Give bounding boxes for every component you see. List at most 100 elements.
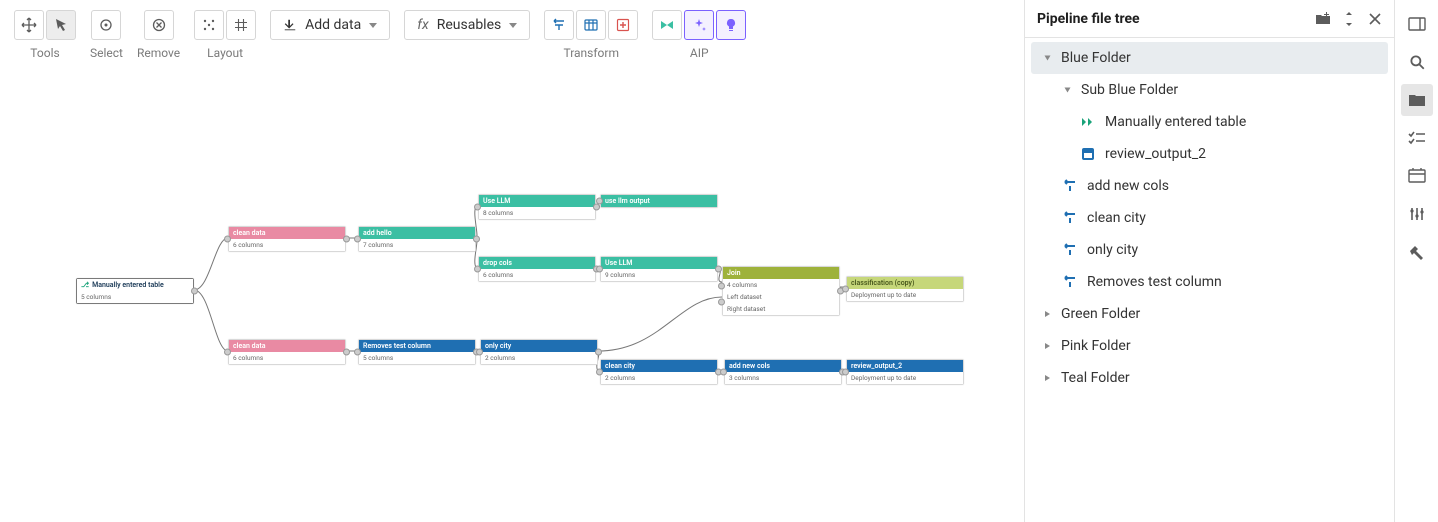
node-title: drop cols: [483, 259, 512, 267]
transform-icon: [1061, 209, 1079, 227]
tree-item-cleancity[interactable]: clean city: [1031, 202, 1388, 234]
layout-auto-button[interactable]: [194, 10, 224, 40]
bowtie-icon: [659, 17, 675, 33]
add-data-button[interactable]: Add data: [270, 10, 390, 40]
node-clean-data-b[interactable]: clean data 6 columns: [228, 339, 346, 365]
node-removes-column[interactable]: Removes test column 5 columns: [358, 339, 476, 365]
tree-label: Green Folder: [1061, 306, 1140, 322]
node-sub: Deployment up to date: [847, 372, 963, 384]
node-add-hello[interactable]: add hello 7 columns: [358, 226, 476, 252]
group-label-remove: Remove: [137, 46, 180, 60]
group-layout: Layout: [194, 10, 256, 60]
node-title: Join: [727, 269, 741, 277]
node-title: Use LLM: [483, 197, 510, 205]
pipeline-canvas[interactable]: ⎇Manually entered table 5 columns clean …: [0, 68, 1014, 522]
tree-item-manual[interactable]: Manually entered table: [1031, 106, 1388, 138]
rail-toggle-panel[interactable]: [1401, 8, 1433, 40]
rail-checks[interactable]: [1401, 122, 1433, 154]
tree-label: Manually entered table: [1105, 114, 1246, 130]
tree-folder-pink[interactable]: Pink Folder: [1031, 330, 1388, 362]
bulb-icon: [723, 17, 739, 33]
group-reusables: fx Reusables: [404, 10, 530, 40]
select-button[interactable]: [91, 10, 121, 40]
node-add-new-cols[interactable]: add new cols 3 columns: [724, 359, 842, 385]
tree-label: clean city: [1087, 210, 1146, 226]
node-clean-city[interactable]: clean city 2 columns: [600, 359, 718, 385]
pointer-icon: [53, 17, 69, 33]
aip-button-3[interactable]: [716, 10, 746, 40]
node-clean-data-a[interactable]: clean data 6 columns: [228, 226, 346, 252]
tree-folder-teal[interactable]: Teal Folder: [1031, 362, 1388, 394]
tree-folder-sub-blue[interactable]: Sub Blue Folder: [1031, 74, 1388, 106]
node-drop-cols[interactable]: drop cols 6 columns: [478, 256, 596, 282]
node-classification[interactable]: classification (copy) Deployment up to d…: [846, 276, 964, 302]
rail-calendar[interactable]: [1401, 160, 1433, 192]
node-sub: 7 columns: [359, 239, 475, 251]
rail-sliders[interactable]: [1401, 198, 1433, 230]
tree-folder-green[interactable]: Green Folder: [1031, 298, 1388, 330]
download-icon: [283, 18, 297, 32]
node-title: clean data: [233, 342, 265, 350]
node-sub: 5 columns: [359, 352, 475, 364]
checks-icon: [1408, 130, 1426, 146]
close-icon: [1369, 13, 1381, 25]
node-title: add new cols: [729, 362, 770, 370]
node-join[interactable]: Join 4 columns Left dataset Right datase…: [722, 266, 840, 316]
tree-item-onlycity[interactable]: only city: [1031, 234, 1388, 266]
manual-table-icon: [1079, 113, 1097, 131]
node-sub: 8 columns: [479, 207, 595, 219]
rail-search[interactable]: [1401, 46, 1433, 78]
tree-item-review[interactable]: review_output_2: [1031, 138, 1388, 170]
node-sub: Left dataset: [723, 291, 839, 303]
node-sub: 3 columns: [725, 372, 841, 384]
fx-icon: fx: [417, 17, 428, 33]
pan-button[interactable]: [14, 10, 44, 40]
close-panel-button[interactable]: [1366, 10, 1384, 28]
node-title: use llm output: [605, 197, 650, 205]
tree-item-addcols[interactable]: add new cols: [1031, 170, 1388, 202]
chevron-down-icon: [1041, 52, 1053, 64]
target-icon: [98, 17, 114, 33]
aip-button-1[interactable]: [652, 10, 682, 40]
tree-item-removes[interactable]: Removes test column: [1031, 266, 1388, 298]
expand-collapse-button[interactable]: [1340, 10, 1358, 28]
layout-icon: [201, 17, 217, 33]
node-review-output[interactable]: review_output_2 Deployment up to date: [846, 359, 964, 385]
group-label-transform: Transform: [563, 46, 619, 60]
folder-plus-icon: [1315, 12, 1331, 26]
node-title: classification (copy): [851, 279, 915, 287]
node-use-llm-b[interactable]: Use LLM 9 columns: [600, 256, 718, 282]
node-use-llm-a[interactable]: Use LLM 8 columns: [478, 194, 596, 220]
node-only-city[interactable]: only city 2 columns: [480, 339, 598, 365]
pointer-button[interactable]: [46, 10, 76, 40]
node-sub: 2 columns: [481, 352, 597, 364]
transform-button-3[interactable]: [608, 10, 638, 40]
tree-label: only city: [1087, 242, 1138, 258]
node-title: Use LLM: [605, 259, 632, 267]
remove-button[interactable]: [144, 10, 174, 40]
node-sub: 6 columns: [229, 239, 345, 251]
transform-icon: [1061, 241, 1079, 259]
chevron-down-icon: [509, 23, 517, 28]
layout-grid-button[interactable]: [226, 10, 256, 40]
tree-label: Teal Folder: [1061, 370, 1130, 386]
new-folder-button[interactable]: [1314, 10, 1332, 28]
transform-button-2[interactable]: [576, 10, 606, 40]
rail-folder[interactable]: [1401, 84, 1433, 116]
file-tree-panel: Pipeline file tree Blue Folder Sub Blue …: [1024, 0, 1394, 522]
group-label-tools: Tools: [30, 46, 59, 60]
node-title: Manually entered table: [92, 281, 164, 289]
reusables-button[interactable]: fx Reusables: [404, 10, 530, 40]
group-tools: Tools: [14, 10, 76, 60]
grid-icon: [233, 17, 249, 33]
tree-label: Sub Blue Folder: [1081, 82, 1178, 98]
transform-button-1[interactable]: [544, 10, 574, 40]
node-manual-table[interactable]: ⎇Manually entered table 5 columns: [76, 278, 194, 304]
tree-folder-blue[interactable]: Blue Folder: [1031, 42, 1388, 74]
node-llm-output[interactable]: use llm output: [600, 194, 718, 208]
node-title: add hello: [363, 229, 392, 237]
rail-build[interactable]: [1401, 236, 1433, 268]
group-label-select: Select: [90, 46, 123, 60]
table-icon: [583, 17, 599, 33]
aip-button-2[interactable]: [684, 10, 714, 40]
